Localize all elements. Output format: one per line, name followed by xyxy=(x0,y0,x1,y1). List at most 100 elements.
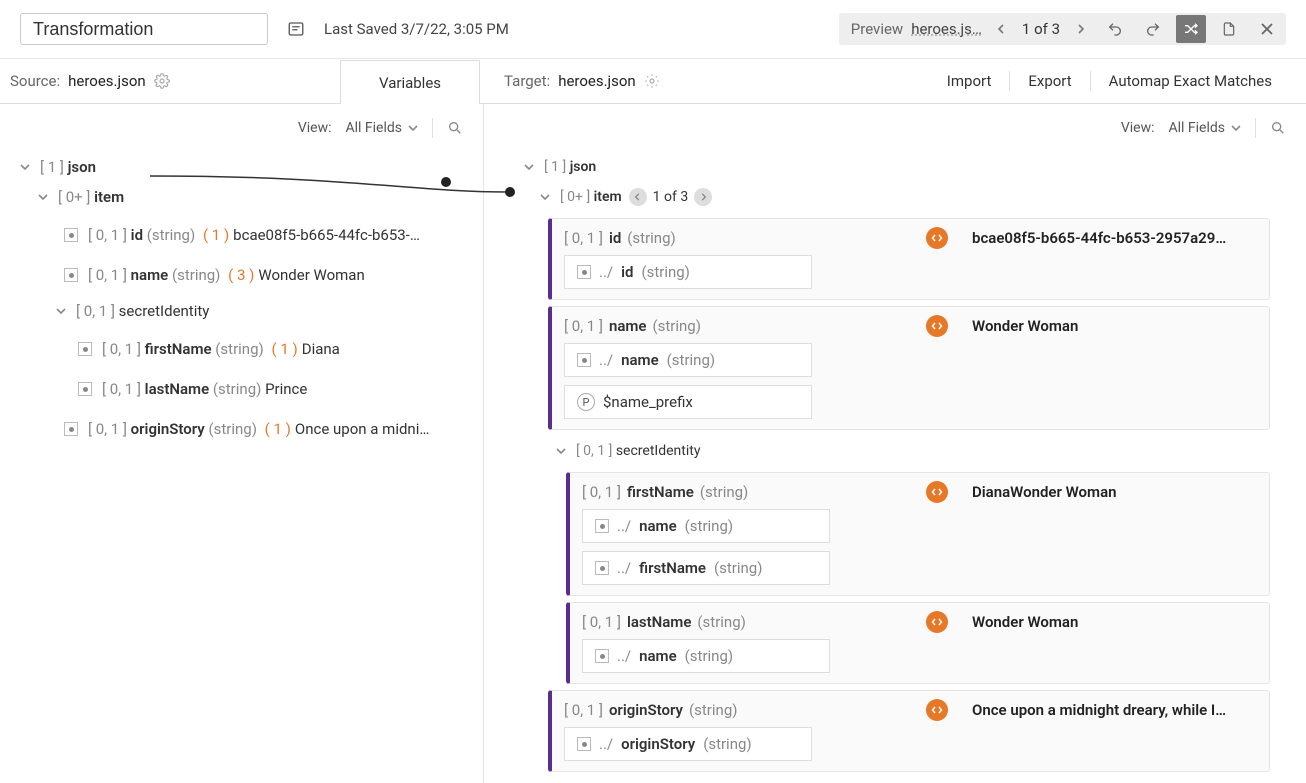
target-node-item[interactable]: [ 0+ ] item 1 of 3 xyxy=(484,182,1306,212)
preview-value: Wonder Woman xyxy=(972,613,1078,631)
redo-button[interactable] xyxy=(1138,15,1168,43)
field-type: (string) xyxy=(652,317,700,335)
source-file: heroes.json xyxy=(68,72,146,90)
cardinality-label: [ 0+ ] xyxy=(58,188,90,206)
cardinality-label: [ 0, 1 ] xyxy=(564,701,603,719)
preview-prev-button[interactable] xyxy=(990,17,1014,41)
mapping-chip[interactable]: ../ id (string) xyxy=(564,255,812,289)
export-button[interactable]: Export xyxy=(1010,64,1089,98)
chevron-down-icon[interactable] xyxy=(540,192,554,202)
mapping-count: ( 1 ) xyxy=(203,226,229,244)
chevron-down-icon[interactable] xyxy=(38,192,52,202)
field-name: name xyxy=(609,317,647,335)
search-icon[interactable] xyxy=(447,120,463,136)
field-value: Diana xyxy=(302,340,340,358)
chevron-down-icon[interactable] xyxy=(56,306,70,316)
undo-button[interactable] xyxy=(1100,15,1130,43)
script-file-icon[interactable] xyxy=(1214,15,1244,43)
target-node-json[interactable]: [ 1 ] json xyxy=(484,152,1306,182)
mapping-path: ../ xyxy=(599,735,613,753)
source-node-item[interactable]: [ 0+ ] item xyxy=(20,182,483,212)
transformation-name-input[interactable] xyxy=(20,13,268,45)
field-icon xyxy=(64,268,78,282)
field-type: (string) xyxy=(700,483,748,501)
mapping-chip[interactable]: ../ firstName (string) xyxy=(582,551,830,585)
script-icon[interactable] xyxy=(926,611,948,633)
script-icon[interactable] xyxy=(926,315,948,337)
import-button[interactable]: Import xyxy=(929,64,1010,98)
item-prev-button[interactable] xyxy=(629,188,647,206)
mapping-count: ( 1 ) xyxy=(265,420,291,438)
chevron-down-icon xyxy=(1231,123,1241,133)
mapping-chip[interactable]: ../ originStory (string) xyxy=(564,727,812,761)
mapping-chip[interactable]: ../ name (string) xyxy=(582,509,830,543)
field-icon xyxy=(577,265,591,279)
chevron-down-icon[interactable] xyxy=(524,162,538,172)
preview-bar: Preview heroes.js… 1 of 3 xyxy=(839,13,1286,45)
close-button[interactable] xyxy=(1252,15,1282,43)
cardinality-label: [ 0+ ] xyxy=(560,189,590,205)
view-dropdown-target[interactable]: All Fields xyxy=(1168,120,1241,136)
field-name: item xyxy=(94,188,124,206)
target-card-originstory[interactable]: [ 0, 1 ] originStory (string) Once upon … xyxy=(548,690,1270,772)
source-node-secretidentity[interactable]: [ 0, 1 ] secretIdentity xyxy=(20,296,483,326)
cardinality-label: [ 0, 1 ] xyxy=(582,613,621,631)
field-type: (string) xyxy=(208,420,256,438)
target-file: heroes.json xyxy=(558,72,636,90)
item-next-button[interactable] xyxy=(694,188,712,206)
mapping-count: ( 1 ) xyxy=(271,340,297,358)
mapping-path: ../ xyxy=(617,647,631,665)
shuffle-button[interactable] xyxy=(1176,15,1206,43)
chevron-down-icon[interactable] xyxy=(20,162,34,172)
chevron-down-icon[interactable] xyxy=(556,446,570,456)
cardinality-label: [ 0, 1 ] xyxy=(102,380,141,398)
preview-file[interactable]: heroes.js… xyxy=(911,20,982,38)
mapping-name: name xyxy=(639,517,677,535)
notes-icon[interactable] xyxy=(282,15,310,43)
script-icon[interactable] xyxy=(926,699,948,721)
preview-next-button[interactable] xyxy=(1068,17,1092,41)
view-dropdown[interactable]: All Fields xyxy=(345,120,418,136)
source-settings-icon[interactable] xyxy=(154,73,170,89)
field-name: firstName xyxy=(627,483,694,501)
field-type: (string) xyxy=(627,229,675,247)
target-settings-icon[interactable] xyxy=(644,73,660,89)
field-name: firstName xyxy=(145,340,212,358)
script-icon[interactable] xyxy=(926,227,948,249)
target-card-lastname[interactable]: [ 0, 1 ] lastName (string) Wonder Woman … xyxy=(566,602,1270,684)
field-name: json xyxy=(68,158,96,176)
field-name: lastName xyxy=(145,380,209,398)
preview-page-count: 1 of 3 xyxy=(1016,20,1066,38)
source-field-name[interactable]: [ 0, 1 ] name (string) ( 3 ) Wonder Woma… xyxy=(20,260,483,290)
source-field-firstname[interactable]: [ 0, 1 ] firstName (string) ( 1 ) Diana xyxy=(20,334,483,364)
preview-value: Once upon a midnight dreary, while I… xyxy=(972,701,1226,719)
mapping-name: originStory xyxy=(621,735,695,753)
field-name: item xyxy=(594,189,622,205)
target-node-secretidentity[interactable]: [ 0, 1 ] secretIdentity xyxy=(484,436,1306,466)
mapping-type: (string) xyxy=(641,263,689,281)
source-field-lastname[interactable]: [ 0, 1 ] lastName (string) Prince xyxy=(20,374,483,404)
mapping-chip[interactable]: ../ name (string) xyxy=(582,639,830,673)
field-name: secretIdentity xyxy=(616,443,701,459)
mapping-chip[interactable]: ../ name (string) xyxy=(564,343,812,377)
field-icon xyxy=(595,519,609,533)
field-type: (string) xyxy=(213,380,261,398)
automap-button[interactable]: Automap Exact Matches xyxy=(1091,64,1290,98)
cardinality-label: [ 0, 1 ] xyxy=(564,317,603,335)
target-card-name[interactable]: [ 0, 1 ] name (string) Wonder Woman ../ … xyxy=(548,306,1270,430)
field-name: lastName xyxy=(627,613,691,631)
search-icon[interactable] xyxy=(1270,120,1286,136)
variable-chip[interactable]: P $name_prefix xyxy=(564,385,812,419)
source-field-originstory[interactable]: [ 0, 1 ] originStory (string) ( 1 ) Once… xyxy=(20,414,483,444)
target-card-firstname[interactable]: [ 0, 1 ] firstName (string) DianaWonder … xyxy=(566,472,1270,596)
mapping-name: firstName xyxy=(639,559,706,577)
source-field-id[interactable]: [ 0, 1 ] id (string) ( 1 ) bcae08f5-b665… xyxy=(20,220,483,250)
target-card-id[interactable]: [ 0, 1 ] id (string) bcae08f5-b665-44fc-… xyxy=(548,218,1270,300)
tab-variables[interactable]: Variables xyxy=(340,60,480,104)
script-icon[interactable] xyxy=(926,481,948,503)
cardinality-label: [ 0, 1 ] xyxy=(582,483,621,501)
mapping-path: ../ xyxy=(599,351,613,369)
source-node-json[interactable]: [ 1 ] json xyxy=(20,152,483,182)
mapping-count: ( 3 ) xyxy=(228,266,254,284)
field-value: bcae08f5-b665-44fc-b653-295… xyxy=(233,226,423,244)
